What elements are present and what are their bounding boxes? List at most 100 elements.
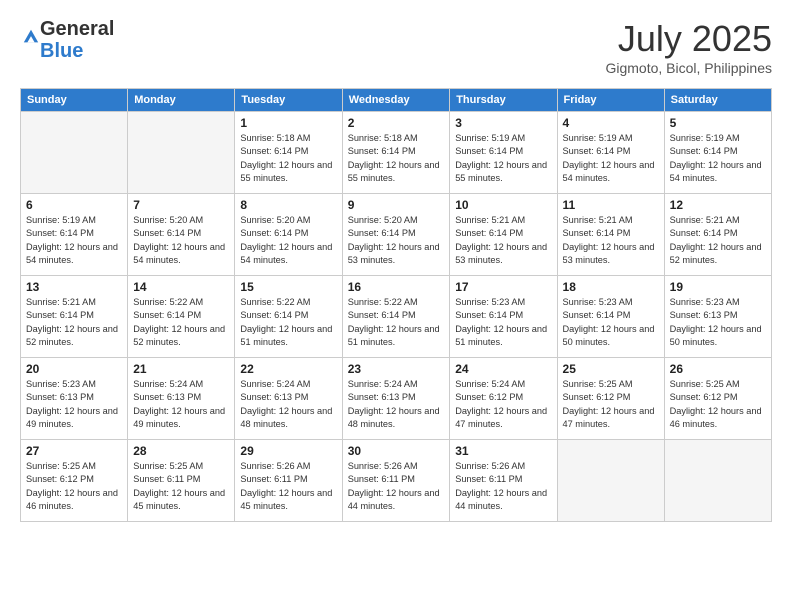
calendar-cell: 4Sunrise: 5:19 AM Sunset: 6:14 PM Daylig… — [557, 112, 664, 194]
day-info: Sunrise: 5:18 AM Sunset: 6:14 PM Dayligh… — [348, 132, 445, 185]
calendar-cell: 13 Sunrise: 5:21 AM Sunset: 6:14 PM Dayli… — [21, 276, 128, 358]
calendar-cell: 1Sunrise: 5:18 AM Sunset: 6:14 PM Daylig… — [235, 112, 342, 194]
day-number: 9 — [348, 198, 445, 212]
day-number: 19 — [670, 280, 766, 294]
day-number: 8 — [240, 198, 336, 212]
calendar-cell: 27 Sunrise: 5:25 AM Sunset: 6:12 PM Dayli… — [21, 440, 128, 522]
day-number: 25 — [563, 362, 659, 376]
title-block: July 2025 Gigmoto, Bicol, Philippines — [605, 18, 772, 76]
day-number: 4 — [563, 116, 659, 130]
day-info: Sunrise: 5:20 AM Sunset: 6:14 PM Dayligh… — [348, 214, 445, 267]
day-number: 10 — [455, 198, 551, 212]
logo-icon — [22, 28, 40, 46]
day-number: 5 — [670, 116, 766, 130]
day-info: Sunrise: 5:26 AM Sunset: 6:11 PM Dayligh… — [348, 460, 445, 513]
calendar-cell: 9 Sunrise: 5:20 AM Sunset: 6:14 PM Daylig… — [342, 194, 450, 276]
calendar-cell: 2Sunrise: 5:18 AM Sunset: 6:14 PM Daylig… — [342, 112, 450, 194]
day-info: Sunrise: 5:24 AM Sunset: 6:13 PM Dayligh… — [240, 378, 336, 431]
day-info: Sunrise: 5:22 AM Sunset: 6:14 PM Dayligh… — [348, 296, 445, 349]
day-info: Sunrise: 5:19 AM Sunset: 6:14 PM Dayligh… — [670, 132, 766, 185]
day-info: Sunrise: 5:24 AM Sunset: 6:13 PM Dayligh… — [133, 378, 229, 431]
calendar-cell: 5 Sunrise: 5:19 AM Sunset: 6:14 PM Daylig… — [664, 112, 771, 194]
day-number: 28 — [133, 444, 229, 458]
calendar-cell — [664, 440, 771, 522]
calendar-cell: 26 Sunrise: 5:25 AM Sunset: 6:12 PM Dayli… — [664, 358, 771, 440]
calendar-week-row: 6Sunrise: 5:19 AM Sunset: 6:14 PM Daylig… — [21, 194, 772, 276]
col-saturday: Saturday — [664, 89, 771, 112]
logo-general: General — [40, 18, 114, 40]
day-header-row: Sunday Monday Tuesday Wednesday Thursday… — [21, 89, 772, 112]
day-info: Sunrise: 5:25 AM Sunset: 6:11 PM Dayligh… — [133, 460, 229, 513]
calendar-cell: 14 Sunrise: 5:22 AM Sunset: 6:14 PM Dayli… — [128, 276, 235, 358]
day-info: Sunrise: 5:21 AM Sunset: 6:14 PM Dayligh… — [26, 296, 122, 349]
day-info: Sunrise: 5:20 AM Sunset: 6:14 PM Dayligh… — [133, 214, 229, 267]
logo: General Blue — [20, 18, 114, 62]
col-monday: Monday — [128, 89, 235, 112]
col-thursday: Thursday — [450, 89, 557, 112]
day-info: Sunrise: 5:21 AM Sunset: 6:14 PM Dayligh… — [563, 214, 659, 267]
day-number: 13 — [26, 280, 122, 294]
calendar: Sunday Monday Tuesday Wednesday Thursday… — [20, 88, 772, 522]
day-info: Sunrise: 5:24 AM Sunset: 6:13 PM Dayligh… — [348, 378, 445, 431]
calendar-cell: 19 Sunrise: 5:23 AM Sunset: 6:13 PM Dayli… — [664, 276, 771, 358]
calendar-cell: 10 Sunrise: 5:21 AM Sunset: 6:14 PM Dayli… — [450, 194, 557, 276]
calendar-cell — [557, 440, 664, 522]
day-number: 3 — [455, 116, 551, 130]
day-info: Sunrise: 5:22 AM Sunset: 6:14 PM Dayligh… — [133, 296, 229, 349]
calendar-week-row: 20Sunrise: 5:23 AM Sunset: 6:13 PM Dayli… — [21, 358, 772, 440]
day-info: Sunrise: 5:23 AM Sunset: 6:13 PM Dayligh… — [26, 378, 122, 431]
month-title: July 2025 — [605, 18, 772, 60]
day-number: 18 — [563, 280, 659, 294]
calendar-cell: 28 Sunrise: 5:25 AM Sunset: 6:11 PM Dayli… — [128, 440, 235, 522]
day-info: Sunrise: 5:20 AM Sunset: 6:14 PM Dayligh… — [240, 214, 336, 267]
calendar-week-row: 27 Sunrise: 5:25 AM Sunset: 6:12 PM Dayli… — [21, 440, 772, 522]
day-number: 14 — [133, 280, 229, 294]
calendar-cell — [21, 112, 128, 194]
day-number: 16 — [348, 280, 445, 294]
day-number: 21 — [133, 362, 229, 376]
calendar-cell: 30 Sunrise: 5:26 AM Sunset: 6:11 PM Dayli… — [342, 440, 450, 522]
day-number: 11 — [563, 198, 659, 212]
day-number: 31 — [455, 444, 551, 458]
day-info: Sunrise: 5:22 AM Sunset: 6:14 PM Dayligh… — [240, 296, 336, 349]
calendar-cell: 20Sunrise: 5:23 AM Sunset: 6:13 PM Dayli… — [21, 358, 128, 440]
calendar-cell: 15 Sunrise: 5:22 AM Sunset: 6:14 PM Dayli… — [235, 276, 342, 358]
calendar-cell: 22Sunrise: 5:24 AM Sunset: 6:13 PM Dayli… — [235, 358, 342, 440]
day-number: 1 — [240, 116, 336, 130]
day-info: Sunrise: 5:23 AM Sunset: 6:13 PM Dayligh… — [670, 296, 766, 349]
header: General Blue July 2025 Gigmoto, Bicol, P… — [20, 18, 772, 76]
day-info: Sunrise: 5:26 AM Sunset: 6:11 PM Dayligh… — [455, 460, 551, 513]
day-number: 26 — [670, 362, 766, 376]
calendar-cell: 25Sunrise: 5:25 AM Sunset: 6:12 PM Dayli… — [557, 358, 664, 440]
calendar-cell: 6Sunrise: 5:19 AM Sunset: 6:14 PM Daylig… — [21, 194, 128, 276]
day-number: 15 — [240, 280, 336, 294]
day-number: 27 — [26, 444, 122, 458]
day-number: 12 — [670, 198, 766, 212]
day-info: Sunrise: 5:26 AM Sunset: 6:11 PM Dayligh… — [240, 460, 336, 513]
day-info: Sunrise: 5:21 AM Sunset: 6:14 PM Dayligh… — [455, 214, 551, 267]
calendar-cell: 8 Sunrise: 5:20 AM Sunset: 6:14 PM Daylig… — [235, 194, 342, 276]
calendar-week-row: 1 Sunrise: 5:18 AM Sunset: 6:14 PM Daylig… — [21, 112, 772, 194]
day-info: Sunrise: 5:19 AM Sunset: 6:14 PM Dayligh… — [26, 214, 122, 267]
day-number: 23 — [348, 362, 445, 376]
day-info: Sunrise: 5:23 AM Sunset: 6:14 PM Dayligh… — [563, 296, 659, 349]
calendar-cell: 7 Sunrise: 5:20 AM Sunset: 6:14 PM Daylig… — [128, 194, 235, 276]
day-info: Sunrise: 5:25 AM Sunset: 6:12 PM Dayligh… — [26, 460, 122, 513]
calendar-cell — [128, 112, 235, 194]
calendar-cell: 12Sunrise: 5:21 AM Sunset: 6:14 PM Dayli… — [664, 194, 771, 276]
location: Gigmoto, Bicol, Philippines — [605, 60, 772, 76]
col-wednesday: Wednesday — [342, 89, 450, 112]
day-number: 7 — [133, 198, 229, 212]
day-number: 30 — [348, 444, 445, 458]
day-info: Sunrise: 5:24 AM Sunset: 6:12 PM Dayligh… — [455, 378, 551, 431]
day-info: Sunrise: 5:25 AM Sunset: 6:12 PM Dayligh… — [670, 378, 766, 431]
col-friday: Friday — [557, 89, 664, 112]
calendar-week-row: 13 Sunrise: 5:21 AM Sunset: 6:14 PM Dayli… — [21, 276, 772, 358]
calendar-cell: 24Sunrise: 5:24 AM Sunset: 6:12 PM Dayli… — [450, 358, 557, 440]
calendar-cell: 29 Sunrise: 5:26 AM Sunset: 6:11 PM Dayli… — [235, 440, 342, 522]
logo-blue: Blue — [40, 40, 83, 62]
calendar-cell: 23 Sunrise: 5:24 AM Sunset: 6:13 PM Dayli… — [342, 358, 450, 440]
calendar-cell: 11 Sunrise: 5:21 AM Sunset: 6:14 PM Dayli… — [557, 194, 664, 276]
day-number: 29 — [240, 444, 336, 458]
calendar-cell: 21 Sunrise: 5:24 AM Sunset: 6:13 PM Dayli… — [128, 358, 235, 440]
